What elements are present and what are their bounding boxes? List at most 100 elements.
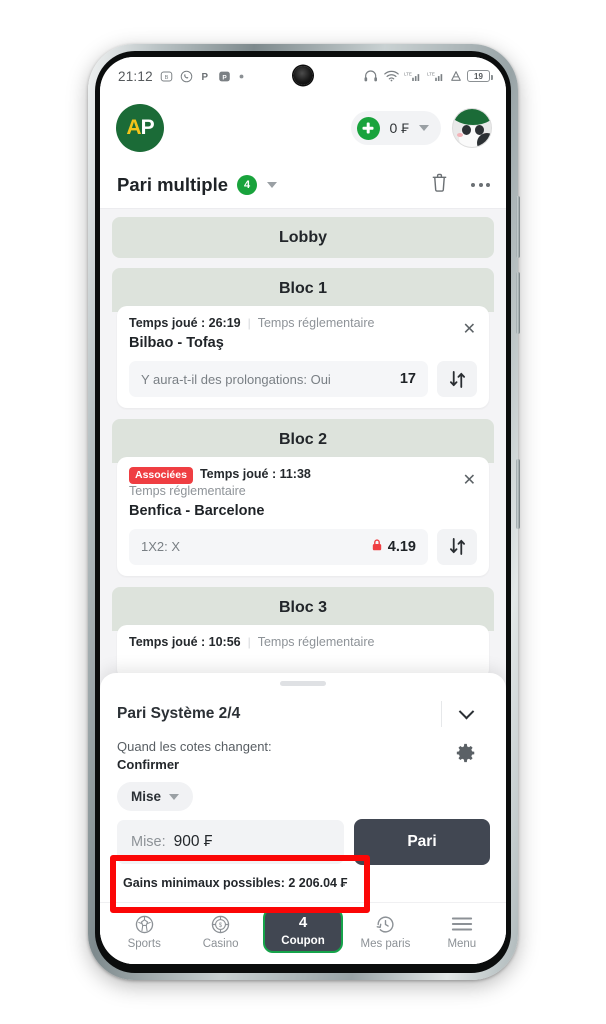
status-bar-right: LTE LTE 19 [364, 70, 493, 83]
bet-meta: Temps joué : 26:19 | Temps réglementaire [129, 316, 477, 330]
close-icon[interactable]: ✕ [463, 473, 476, 489]
status-clock: 21:12 [118, 68, 153, 84]
nav-item-casino[interactable]: $ Casino [182, 907, 258, 954]
chevron-down-icon[interactable] [419, 125, 429, 131]
chevron-down-icon[interactable] [267, 181, 278, 188]
trash-icon[interactable] [430, 172, 449, 198]
brand-logo[interactable]: AP [116, 104, 164, 152]
avatar-eye-left [462, 125, 471, 135]
nav-label: Coupon [281, 934, 325, 947]
svg-text:B: B [164, 74, 168, 80]
nav-label: Menu [447, 938, 477, 950]
coupon-title-bar: Pari multiple 4 [100, 161, 506, 209]
sheet-drag-handle[interactable] [280, 681, 326, 687]
dot-icon [238, 73, 245, 80]
odds-change-row: Quand les cotes changent: Confirmer [100, 736, 506, 772]
caret-down-icon [169, 793, 180, 800]
svg-text:$: $ [219, 922, 223, 929]
bubble-b-icon: B [160, 70, 173, 83]
nav-item-mes-paris[interactable]: Mes paris [347, 907, 423, 954]
brand-logo-a: A [126, 116, 141, 139]
page-title: Pari multiple [117, 173, 229, 195]
hamburger-menu-icon [451, 913, 473, 935]
phone-bezel: 21:12 B P P LTE LTE 19 A P 0 ₣ Pari mult… [95, 51, 511, 973]
stake-row: Mise: 900 ₣ Pari [100, 811, 506, 865]
avatar-patch [477, 133, 491, 147]
bet-card[interactable]: ✕ Temps joué : 26:19 | Temps réglementai… [117, 306, 489, 408]
status-bar-left: 21:12 B P P [118, 69, 245, 84]
avatar-cheek-left [457, 133, 463, 137]
nav-label: Casino [202, 938, 239, 950]
block-header-bloc-3: Bloc 3 [112, 586, 494, 631]
powerpoint-icon: P [218, 70, 231, 83]
bet-card[interactable]: ✕ Associées Temps joué : 11:38 Temps rég… [117, 457, 489, 576]
more-horizontal-icon[interactable] [471, 182, 490, 187]
bet-meta: Temps joué : 10:56 | Temps réglementaire [129, 635, 477, 649]
swap-arrows-icon[interactable] [437, 361, 477, 397]
stake-amount-value: 900 ₣ [173, 833, 213, 850]
bet-period-label: Temps réglementaire [257, 316, 375, 330]
coupon-count-badge: 4 [237, 174, 258, 195]
odds-change-value: Confirmer [117, 757, 180, 772]
balance-pill[interactable]: 0 ₣ [350, 111, 441, 145]
nav-item-sports[interactable]: Sports [106, 907, 182, 954]
brand-logo-p: P [140, 116, 155, 139]
bet-selection-text: 1X2: X [141, 539, 181, 555]
front-camera-icon [293, 66, 313, 85]
bottom-navigation: Sports $ Casino 4 Coupon Mes paris Menu [100, 902, 506, 964]
coupon-badge-count: 4 [298, 914, 308, 932]
bet-odd-value: 4.19 [387, 538, 416, 555]
block-header-lobby: Lobby [112, 217, 494, 258]
swap-arrows-icon[interactable] [437, 528, 477, 565]
headphones-icon [364, 70, 379, 82]
coupon-list[interactable]: Lobby Bloc 1 ✕ Temps joué : 26:19 | Temp… [100, 209, 506, 679]
volume-up-button[interactable] [516, 196, 520, 258]
close-icon[interactable]: ✕ [463, 322, 476, 338]
bet-card[interactable]: Temps joué : 10:56 | Temps réglementaire [117, 624, 489, 679]
bet-played-time: Temps joué : 26:19 [129, 316, 241, 330]
bet-teams: Benfica - Barcelone [129, 502, 265, 519]
nav-item-coupon[interactable]: 4 Coupon [262, 908, 344, 953]
avatar[interactable] [452, 108, 492, 148]
odds-change-label: Quand les cotes changent: [117, 739, 272, 755]
odds-change-text: Quand les cotes changent: Confirmer [117, 738, 272, 772]
soccer-ball-icon [134, 913, 155, 935]
bet-selection-pill[interactable]: 1X2: X 4.19 [129, 528, 428, 565]
app-header: AP 0 ₣ [100, 95, 506, 161]
gear-icon[interactable] [442, 738, 490, 764]
nav-label: Sports [127, 938, 161, 950]
svg-text:P: P [222, 74, 227, 81]
volume-down-button[interactable] [516, 272, 520, 334]
bet-period-label: Temps réglementaire [129, 483, 246, 498]
history-clock-icon [375, 913, 396, 935]
bet-meta-separator: | [247, 634, 251, 649]
bet-meta-separator: | [247, 316, 251, 330]
bet-slip-sheet: Pari Système 2/4 Quand les cotes changen… [100, 673, 506, 964]
stake-type-label: Mise [131, 789, 162, 804]
status-bar: 21:12 B P P LTE LTE 19 [100, 57, 506, 95]
stake-input[interactable]: Mise: 900 ₣ [117, 820, 344, 864]
lte-signal-2-icon: LTE [427, 70, 445, 83]
bet-period-label: Temps réglementaire [257, 634, 375, 649]
p-icon: P [200, 70, 211, 83]
nav-label: Mes paris [360, 938, 411, 950]
stake-type-dropdown[interactable]: Mise [117, 782, 194, 811]
bet-selection-pill[interactable]: Y aura-t-il des prolongations: Oui 17 [129, 361, 428, 397]
system-bet-row[interactable]: Pari Système 2/4 [100, 692, 506, 736]
system-bet-label: Pari Système 2/4 [117, 705, 241, 723]
alarm-icon [450, 70, 462, 82]
battery-indicator: 19 [467, 70, 493, 82]
bet-teams: Bilbao - Tofaş [129, 335, 224, 351]
nav-item-menu[interactable]: Menu [424, 907, 500, 954]
whatsapp-icon [180, 70, 193, 83]
power-button[interactable] [516, 459, 520, 529]
bet-selection-row: 1X2: X 4.19 [129, 528, 477, 565]
bet-selection-text: Y aura-t-il des prolongations: Oui [141, 371, 331, 387]
battery-level: 19 [474, 71, 483, 81]
bet-meta: Associées Temps joué : 11:38 Temps régle… [129, 467, 477, 498]
plus-circle-icon[interactable] [356, 116, 380, 140]
place-bet-button[interactable]: Pari [354, 819, 490, 865]
balance-amount: 0 ₣ [389, 120, 409, 136]
chevron-down-icon[interactable] [442, 703, 490, 720]
lte-signal-icon: LTE [404, 70, 422, 83]
